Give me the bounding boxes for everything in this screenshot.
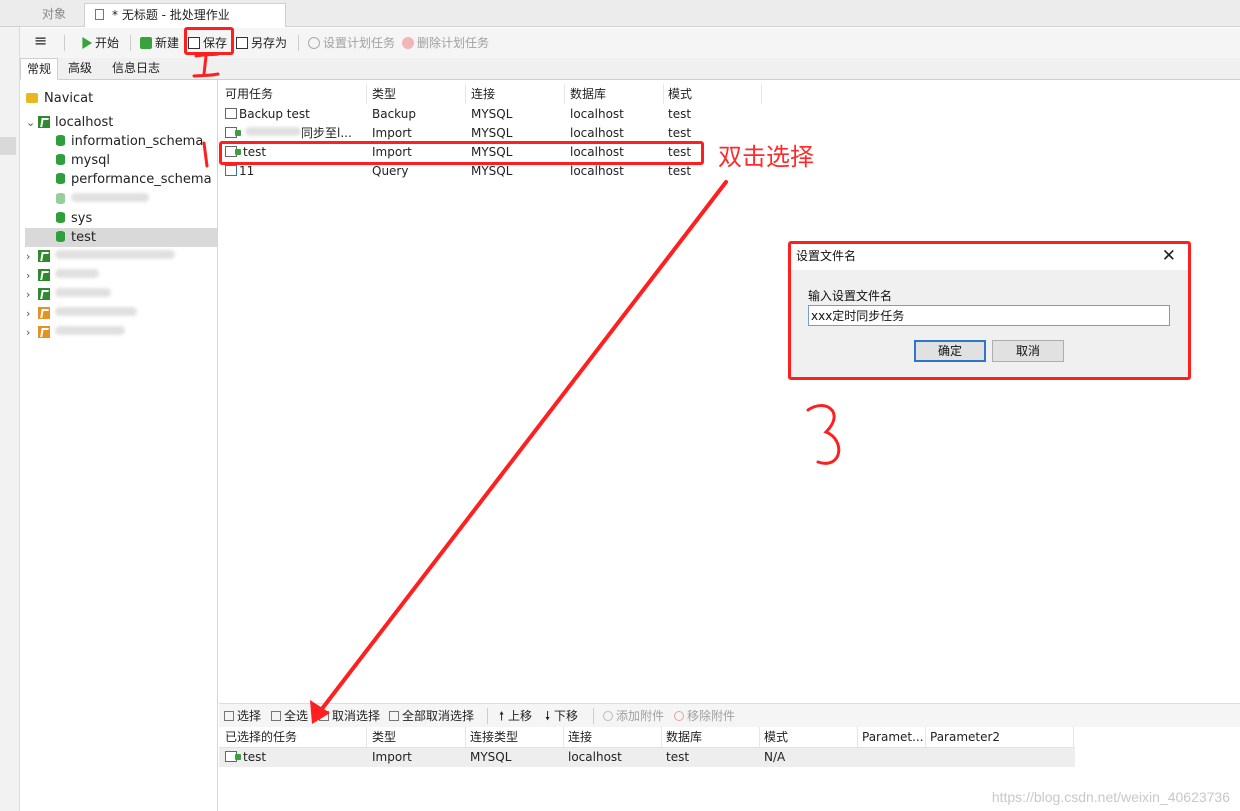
watermark: https://blog.csdn.net/weixin_40623736 (991, 789, 1230, 805)
annotation-number-3 (806, 404, 841, 465)
annotation-number-1b (202, 141, 209, 168)
annotation-arrow-line (316, 180, 728, 716)
annotation-number-1 (192, 52, 220, 78)
annotation-marks (192, 52, 841, 724)
